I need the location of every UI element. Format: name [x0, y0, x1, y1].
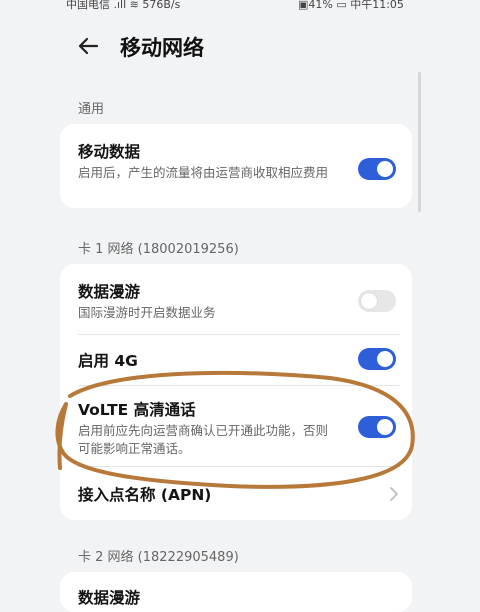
- section-label-card1: 卡 1 网络 (18002019256): [78, 242, 239, 257]
- volte-toggle[interactable]: [358, 416, 396, 438]
- status-left: 中国电信 .ıll ≋ 576B/s: [66, 0, 181, 11]
- toggle-knob: [361, 293, 377, 309]
- toggle-knob: [377, 419, 393, 435]
- back-button[interactable]: [76, 34, 100, 58]
- mobile-data-toggle[interactable]: [358, 158, 396, 180]
- scrollbar[interactable]: [418, 72, 421, 212]
- toggle-knob: [377, 351, 393, 367]
- enable-4g-title: 启用 4G: [78, 352, 138, 370]
- chevron-right-icon: [390, 487, 398, 501]
- section-label-general: 通用: [78, 102, 105, 117]
- apn-row[interactable]: 接入点名称 (APN): [60, 467, 412, 520]
- roaming-row[interactable]: 数据漫游 国际漫游时开启数据业务: [60, 264, 412, 334]
- enable-4g-toggle[interactable]: [358, 348, 396, 370]
- back-arrow-icon: [78, 37, 99, 55]
- enable-4g-row[interactable]: 启用 4G: [60, 335, 412, 385]
- card2-roaming-row[interactable]: 数据漫游: [60, 572, 412, 612]
- card2-roaming-title: 数据漫游: [78, 589, 141, 607]
- volte-row[interactable]: VoLTE 高清通话 启用前应先向运营商确认已开通此功能，否则可能影响正常通话。: [60, 386, 412, 466]
- volte-title: VoLTE 高清通话: [78, 401, 196, 419]
- app-header: 移动网络: [0, 24, 480, 68]
- status-bar: 中国电信 .ıll ≋ 576B/s ▣41% ▭ 中午11:05: [0, 0, 480, 14]
- card1-card: 数据漫游 国际漫游时开启数据业务 启用 4G VoLTE 高清通话 启用前应先向…: [60, 264, 412, 520]
- roaming-title: 数据漫游: [78, 283, 141, 301]
- roaming-subtitle: 国际漫游时开启数据业务: [78, 305, 216, 320]
- roaming-toggle[interactable]: [358, 290, 396, 312]
- section-label-card2: 卡 2 网络 (18222905489): [78, 550, 239, 565]
- mobile-data-title: 移动数据: [78, 143, 141, 161]
- mobile-data-row[interactable]: 移动数据 启用后，产生的流量将由运营商收取相应费用: [60, 124, 412, 208]
- toggle-knob: [377, 161, 393, 177]
- page-title: 移动网络: [120, 36, 204, 60]
- apn-title: 接入点名称 (APN): [78, 486, 212, 504]
- general-card: 移动数据 启用后，产生的流量将由运营商收取相应费用: [60, 124, 412, 208]
- volte-subtitle: 启用前应先向运营商确认已开通此功能，否则可能影响正常通话。: [78, 423, 329, 456]
- mobile-data-subtitle: 启用后，产生的流量将由运营商收取相应费用: [78, 165, 329, 180]
- status-right: ▣41% ▭ 中午11:05: [298, 0, 404, 11]
- card2-card: 数据漫游: [60, 572, 412, 612]
